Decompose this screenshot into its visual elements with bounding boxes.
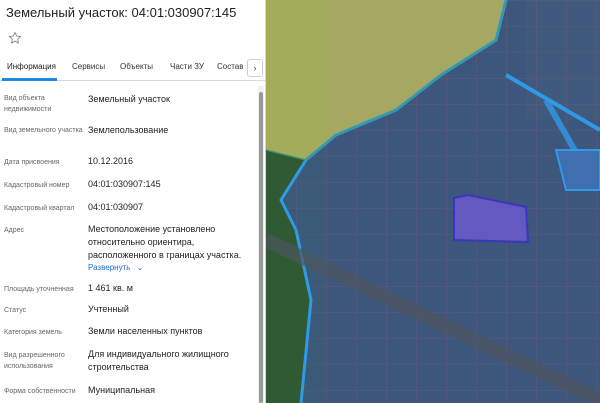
tab-services[interactable]: Сервисы: [72, 62, 105, 71]
map-view[interactable]: [266, 0, 600, 403]
info-panel: Земельный участок: 04:01:030907:145 Инфо…: [0, 0, 266, 403]
cadastral-number-value: 04:01:030907:145: [88, 179, 161, 189]
tab-parts[interactable]: Части ЗУ: [170, 62, 204, 71]
tab-information[interactable]: Информация: [7, 62, 56, 71]
favorite-star-icon[interactable]: [8, 31, 22, 45]
date-label: Дата присвоения: [4, 159, 60, 166]
expand-link-label: Развернуть: [88, 263, 131, 272]
tab-objects[interactable]: Объекты: [120, 62, 153, 71]
permitted-use-value: Для индивидуального жилищного строительс…: [88, 349, 229, 372]
status-label: Статус: [4, 307, 27, 314]
object-type-value: Земельный участок: [88, 94, 170, 104]
map-canvas[interactable]: [266, 0, 600, 403]
land-type-label: Вид земельного участка: [4, 127, 83, 134]
tab-bar: Информация Сервисы Объекты Части ЗУ Сост…: [0, 57, 266, 81]
tabs-scroll-right-button[interactable]: ›: [247, 59, 263, 77]
ownership-value: Муниципальная: [88, 385, 155, 395]
cadastral-quarter-value: 04:01:030907: [88, 202, 144, 212]
land-type-value: Землепользование: [88, 125, 169, 135]
area-value: 1 461 кв. м: [88, 283, 133, 293]
permitted-use-label: Вид разрешенного использования: [4, 352, 65, 370]
tab-composition[interactable]: Состав: [217, 62, 244, 71]
object-type-label: Вид объекта недвижимости: [4, 95, 52, 113]
panel-scrollbar-thumb[interactable]: [259, 92, 263, 403]
ownership-label: Форма собственности: [4, 388, 76, 395]
date-value: 10.12.2016: [88, 156, 134, 166]
cadastral-quarter-label: Кадастровый квартал: [4, 205, 75, 212]
category-value: Земли населенных пунктов: [88, 326, 203, 336]
chevron-down-icon: ⌄: [136, 263, 144, 272]
category-label: Категория земель: [4, 329, 62, 336]
address-value: Местоположение установлено относительно …: [88, 224, 242, 260]
cadastral-number-label: Кадастровый номер: [4, 182, 70, 189]
active-tab-indicator: [2, 78, 57, 81]
status-value: Учтенный: [88, 304, 129, 314]
area-label: Площадь уточненная: [4, 286, 74, 293]
page-title: Земельный участок: 04:01:030907:145: [6, 5, 237, 20]
address-label: Адрес: [4, 227, 25, 234]
expand-address-link[interactable]: Развернуть ⌄: [88, 263, 143, 272]
